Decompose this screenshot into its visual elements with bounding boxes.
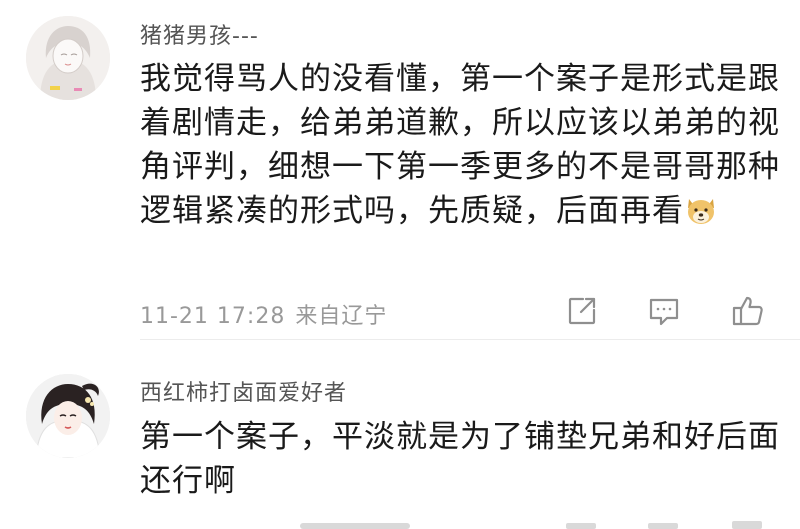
avatar[interactable]	[26, 16, 110, 100]
partial-text-fragment	[300, 523, 410, 529]
username[interactable]: 西红柿打卤面爱好者	[140, 375, 347, 407]
comment-text-content: 第一个案子，平淡就是为了铺垫兄弟和好后面还行啊	[140, 419, 780, 499]
comment-text: 我觉得骂人的没看懂，第一个案子是形式是跟着剧情走，给弟弟道歉，所以应该以弟弟的视…	[140, 57, 780, 233]
reply-icon[interactable]	[646, 293, 682, 329]
partial-reply-icon	[648, 523, 678, 529]
avatar[interactable]	[26, 374, 110, 458]
username[interactable]: 猪猪男孩---	[140, 18, 259, 50]
comment-item: 猪猪男孩--- 我觉得骂人的没看懂，第一个案子是形式是跟着剧情走，给弟弟道歉，所…	[0, 0, 800, 340]
comment-meta: 11-21 17:28 来自辽宁	[140, 298, 387, 330]
share-icon[interactable]	[564, 293, 600, 329]
partial-share-icon	[566, 523, 596, 529]
comment-text: 第一个案子，平淡就是为了铺垫兄弟和好后面还行啊	[140, 415, 780, 503]
partial-like-icon	[732, 521, 762, 529]
comment-item: 西红柿打卤面爱好者 第一个案子，平淡就是为了铺垫兄弟和好后面还行啊	[0, 340, 800, 510]
like-icon[interactable]	[730, 293, 766, 329]
doge-emoji	[684, 193, 718, 227]
comment-time: 11-21 17:28	[140, 304, 286, 329]
next-comment-partial	[0, 510, 800, 529]
comment-location: 来自辽宁	[295, 304, 388, 329]
